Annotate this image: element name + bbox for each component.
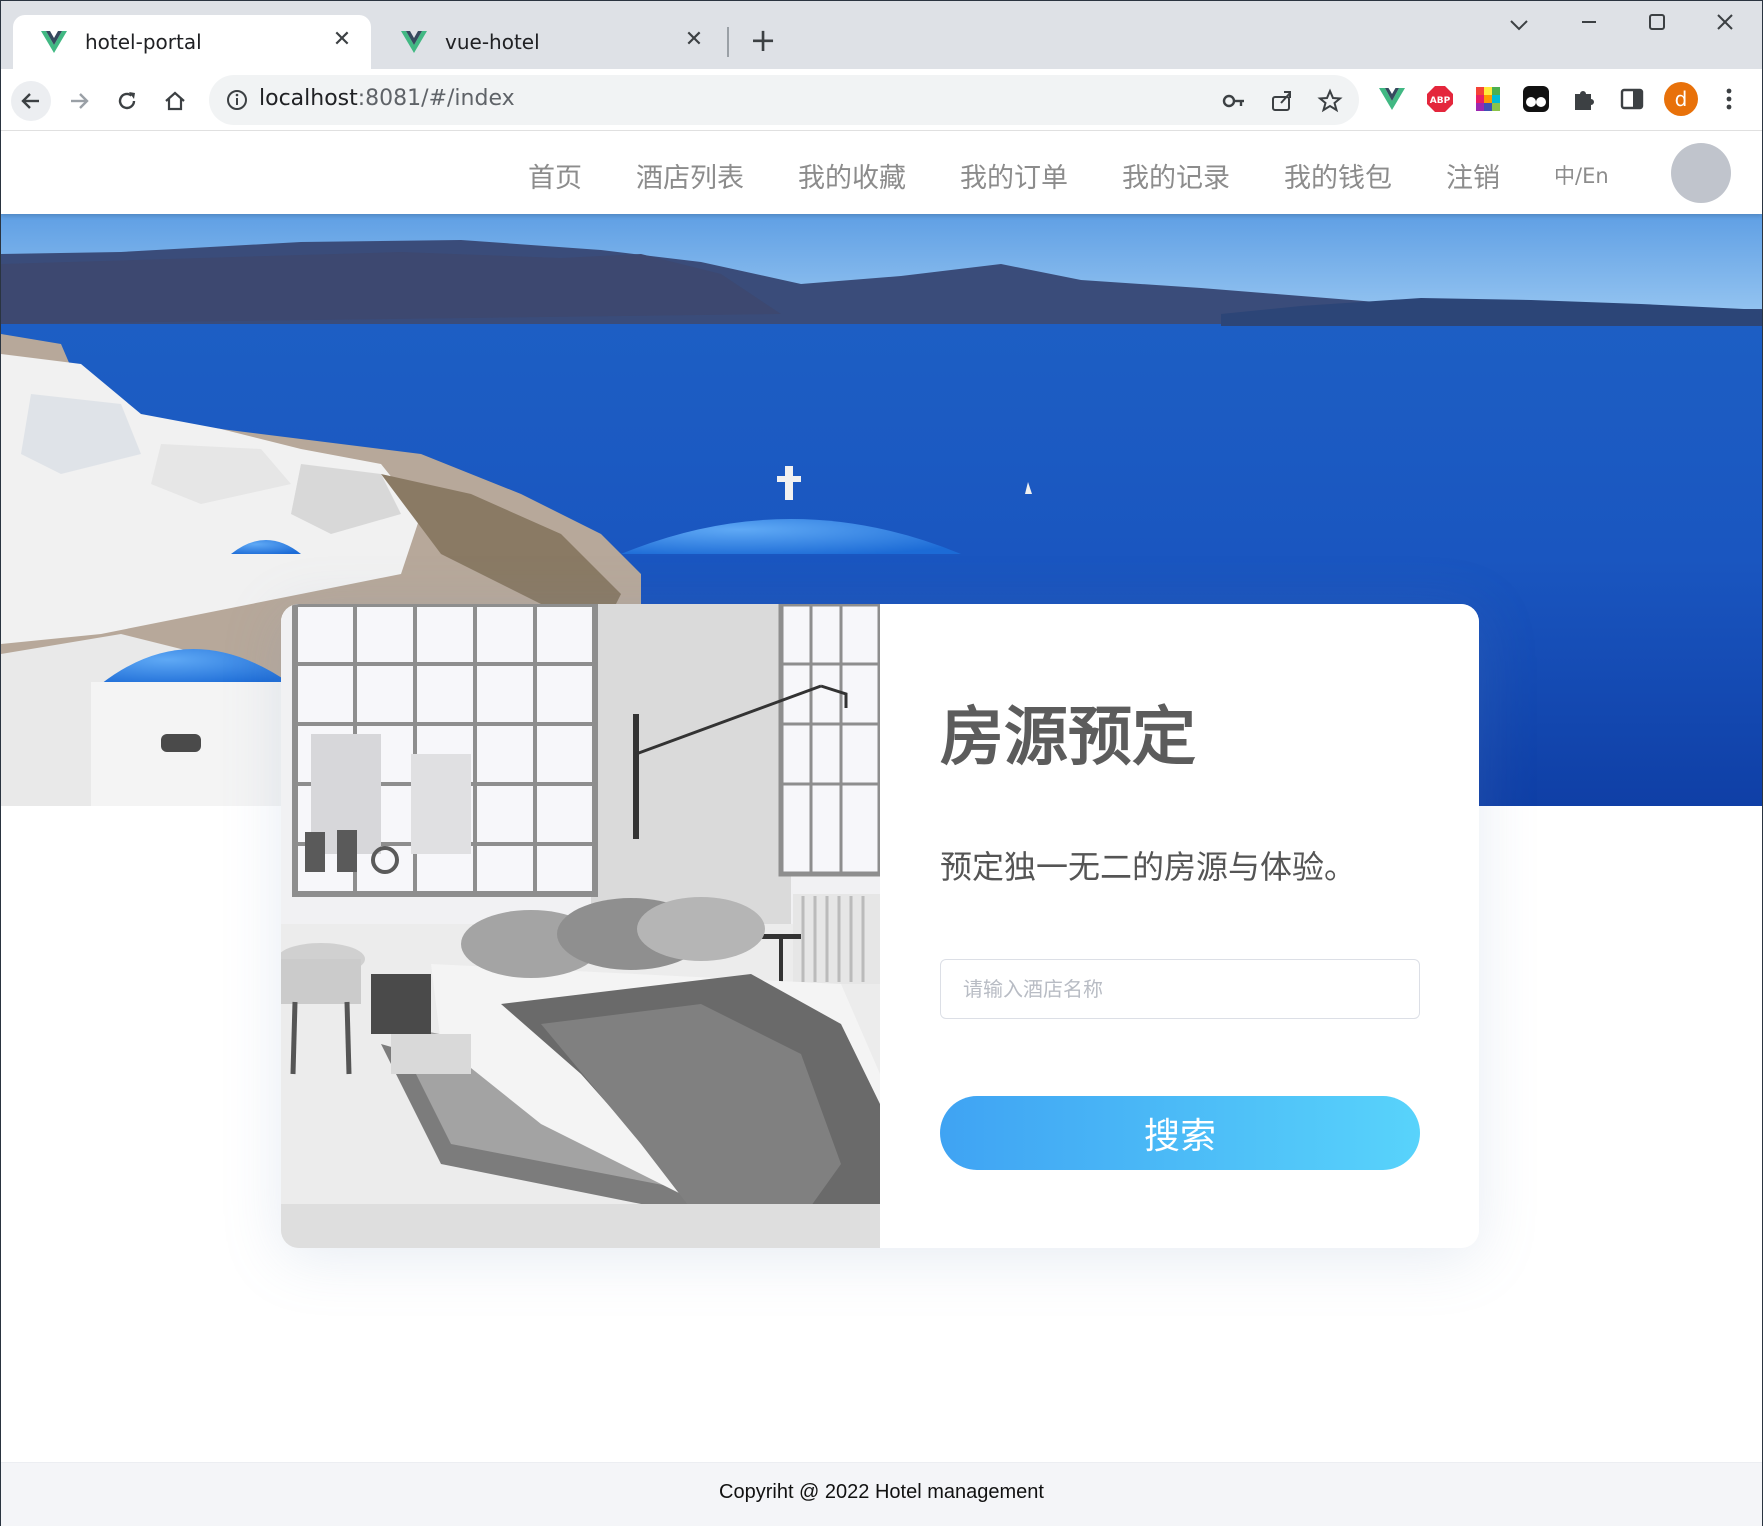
tab-vue-hotel[interactable]: vue-hotel ✕ (373, 15, 723, 69)
browser-toolbar: localhost:8081/#/index ABP d (1, 69, 1762, 131)
forward-button[interactable] (59, 81, 99, 121)
window-close-button[interactable] (1705, 11, 1745, 41)
url-path: :8081/#/index (357, 86, 515, 111)
tab-divider (727, 27, 729, 57)
site-footer: Copyriht @ 2022 Hotel management (1, 1462, 1762, 1526)
close-icon[interactable]: ✕ (683, 29, 705, 51)
arrow-left-icon (21, 93, 39, 109)
color-palette-icon[interactable] (1474, 85, 1502, 113)
reload-button[interactable] (107, 81, 147, 121)
maximize-button[interactable] (1637, 11, 1677, 41)
nav-wallet[interactable]: 我的钱包 (1284, 156, 1392, 195)
page-content: 首页 酒店列表 我的收藏 我的订单 我的记录 我的钱包 注销 中/En 房源预定… (1, 132, 1762, 1526)
tampermonkey-icon[interactable] (1522, 85, 1550, 113)
copyright-text: Copyriht @ 2022 Hotel management (719, 1481, 1044, 1503)
nav-records[interactable]: 我的记录 (1122, 156, 1230, 195)
url-text: localhost:8081/#/index (259, 86, 515, 111)
vue-logo-icon (41, 31, 67, 53)
share-icon[interactable] (1269, 88, 1295, 114)
language-switch[interactable]: 中/En (1554, 160, 1609, 190)
side-panel-icon[interactable] (1618, 85, 1646, 113)
nav-orders[interactable]: 我的订单 (960, 156, 1068, 195)
tab-title: hotel-portal (85, 30, 202, 54)
home-icon (165, 91, 185, 111)
extensions-puzzle-icon[interactable] (1570, 85, 1598, 113)
tab-strip: hotel-portal ✕ vue-hotel ✕ + (1, 1, 1762, 69)
booking-subtitle: 预定独一无二的房源与体验。 (940, 848, 1357, 886)
nav-home[interactable]: 首页 (528, 156, 582, 195)
vue-devtools-icon[interactable] (1378, 85, 1406, 113)
address-bar[interactable]: localhost:8081/#/index (209, 75, 1359, 125)
browser-window: hotel-portal ✕ vue-hotel ✕ + localhost:8… (0, 0, 1763, 1526)
adblock-icon[interactable]: ABP (1426, 85, 1454, 113)
nav-favorites[interactable]: 我的收藏 (798, 156, 906, 195)
key-icon[interactable] (1221, 88, 1247, 114)
back-button[interactable] (11, 81, 51, 121)
search-button[interactable]: 搜索 (940, 1096, 1420, 1170)
close-icon[interactable]: ✕ (331, 29, 353, 51)
vue-logo-icon (401, 31, 427, 53)
bedroom-photo (281, 604, 880, 1248)
nav-hotel-list[interactable]: 酒店列表 (636, 156, 744, 195)
new-tab-button[interactable]: + (747, 24, 779, 57)
site-header: 首页 酒店列表 我的收藏 我的订单 我的记录 我的钱包 注销 中/En (1, 132, 1762, 214)
booking-panel: 房源预定 预定独一无二的房源与体验。 搜索 (880, 604, 1479, 1248)
more-menu-icon[interactable] (1715, 85, 1743, 113)
home-button[interactable] (155, 81, 195, 121)
arrow-right-icon (71, 93, 89, 109)
svg-text:ABP: ABP (1430, 96, 1451, 106)
reload-icon (118, 92, 136, 110)
minimize-button[interactable] (1569, 11, 1609, 41)
hotel-search-input[interactable] (940, 959, 1420, 1019)
tab-title: vue-hotel (445, 30, 540, 54)
profile-avatar[interactable]: d (1664, 82, 1698, 116)
booking-title: 房源预定 (940, 701, 1196, 775)
user-avatar[interactable] (1671, 143, 1731, 203)
tab-hotel-portal[interactable]: hotel-portal ✕ (13, 15, 371, 69)
tab-search-icon[interactable] (1499, 11, 1539, 41)
info-icon[interactable] (225, 88, 249, 112)
nav-logout[interactable]: 注销 (1446, 156, 1500, 195)
star-icon[interactable] (1317, 88, 1343, 114)
url-host: localhost (259, 86, 358, 111)
